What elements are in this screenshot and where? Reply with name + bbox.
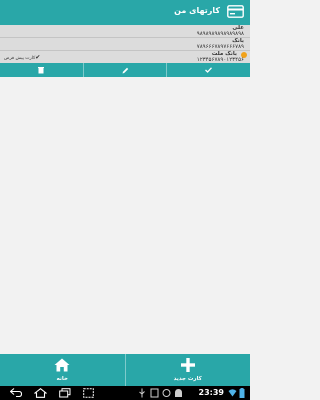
default-check-icon: ✔: [35, 54, 41, 61]
notification-icon: [150, 388, 159, 398]
default-star-icon: [241, 52, 247, 58]
new-card-button[interactable]: کارت جدید: [124, 354, 251, 386]
wifi-icon: [228, 389, 237, 397]
plus-icon: [180, 358, 195, 372]
back-icon[interactable]: [10, 388, 22, 397]
page-title: کارتهای من: [174, 6, 220, 15]
bottom-nav: خانه کارت جدید: [0, 354, 250, 386]
system-bar: 23:39: [0, 386, 250, 400]
select-default-button[interactable]: [167, 63, 250, 77]
delete-button[interactable]: [0, 63, 84, 77]
new-card-label: کارت جدید: [173, 376, 202, 382]
usb-icon: [139, 388, 145, 398]
default-card-text: کارت پیش فرض: [4, 56, 36, 61]
card-number: ۹۸۹۸۹۸۹۸۹۸۹۸۹۸۹۸: [196, 31, 244, 37]
home-label: خانه: [56, 376, 68, 382]
check-icon: [205, 67, 213, 73]
delete-icon: [38, 66, 45, 73]
recent-apps-icon[interactable]: [59, 388, 71, 398]
app-bar: کارتهای من: [0, 0, 250, 25]
card-list-empty-area: [0, 77, 250, 354]
debug-icon: [162, 389, 171, 397]
home-nav-icon[interactable]: [34, 388, 47, 398]
default-card-label: ✔کارت پیش فرض: [4, 54, 40, 61]
credit-card-icon: [227, 5, 244, 18]
android-icon: [175, 389, 182, 397]
card-item[interactable]: علی ۹۸۹۸۹۸۹۸۹۸۹۸۹۸۹۸: [0, 25, 250, 38]
card-action-bar: [0, 63, 250, 77]
edit-icon: [122, 67, 128, 73]
card-number: ۷۸۹۶۶۶۷۸۹۷۶۶۶۷۸۹: [196, 44, 244, 50]
battery-icon: [239, 388, 245, 398]
home-button[interactable]: خانه: [0, 354, 125, 386]
screenshot-icon[interactable]: [83, 388, 94, 398]
card-item[interactable]: بانک ملت ۱۲۳۴۵۶۷۸۹۰۱۲۳۴۵۶ ✔کارت پیش فرض: [0, 51, 250, 64]
edit-button[interactable]: [84, 63, 168, 77]
clock: 23:39: [198, 388, 224, 397]
home-icon: [54, 358, 70, 372]
card-item[interactable]: بانک ۷۸۹۶۶۶۷۸۹۷۶۶۶۷۸۹: [0, 38, 250, 51]
